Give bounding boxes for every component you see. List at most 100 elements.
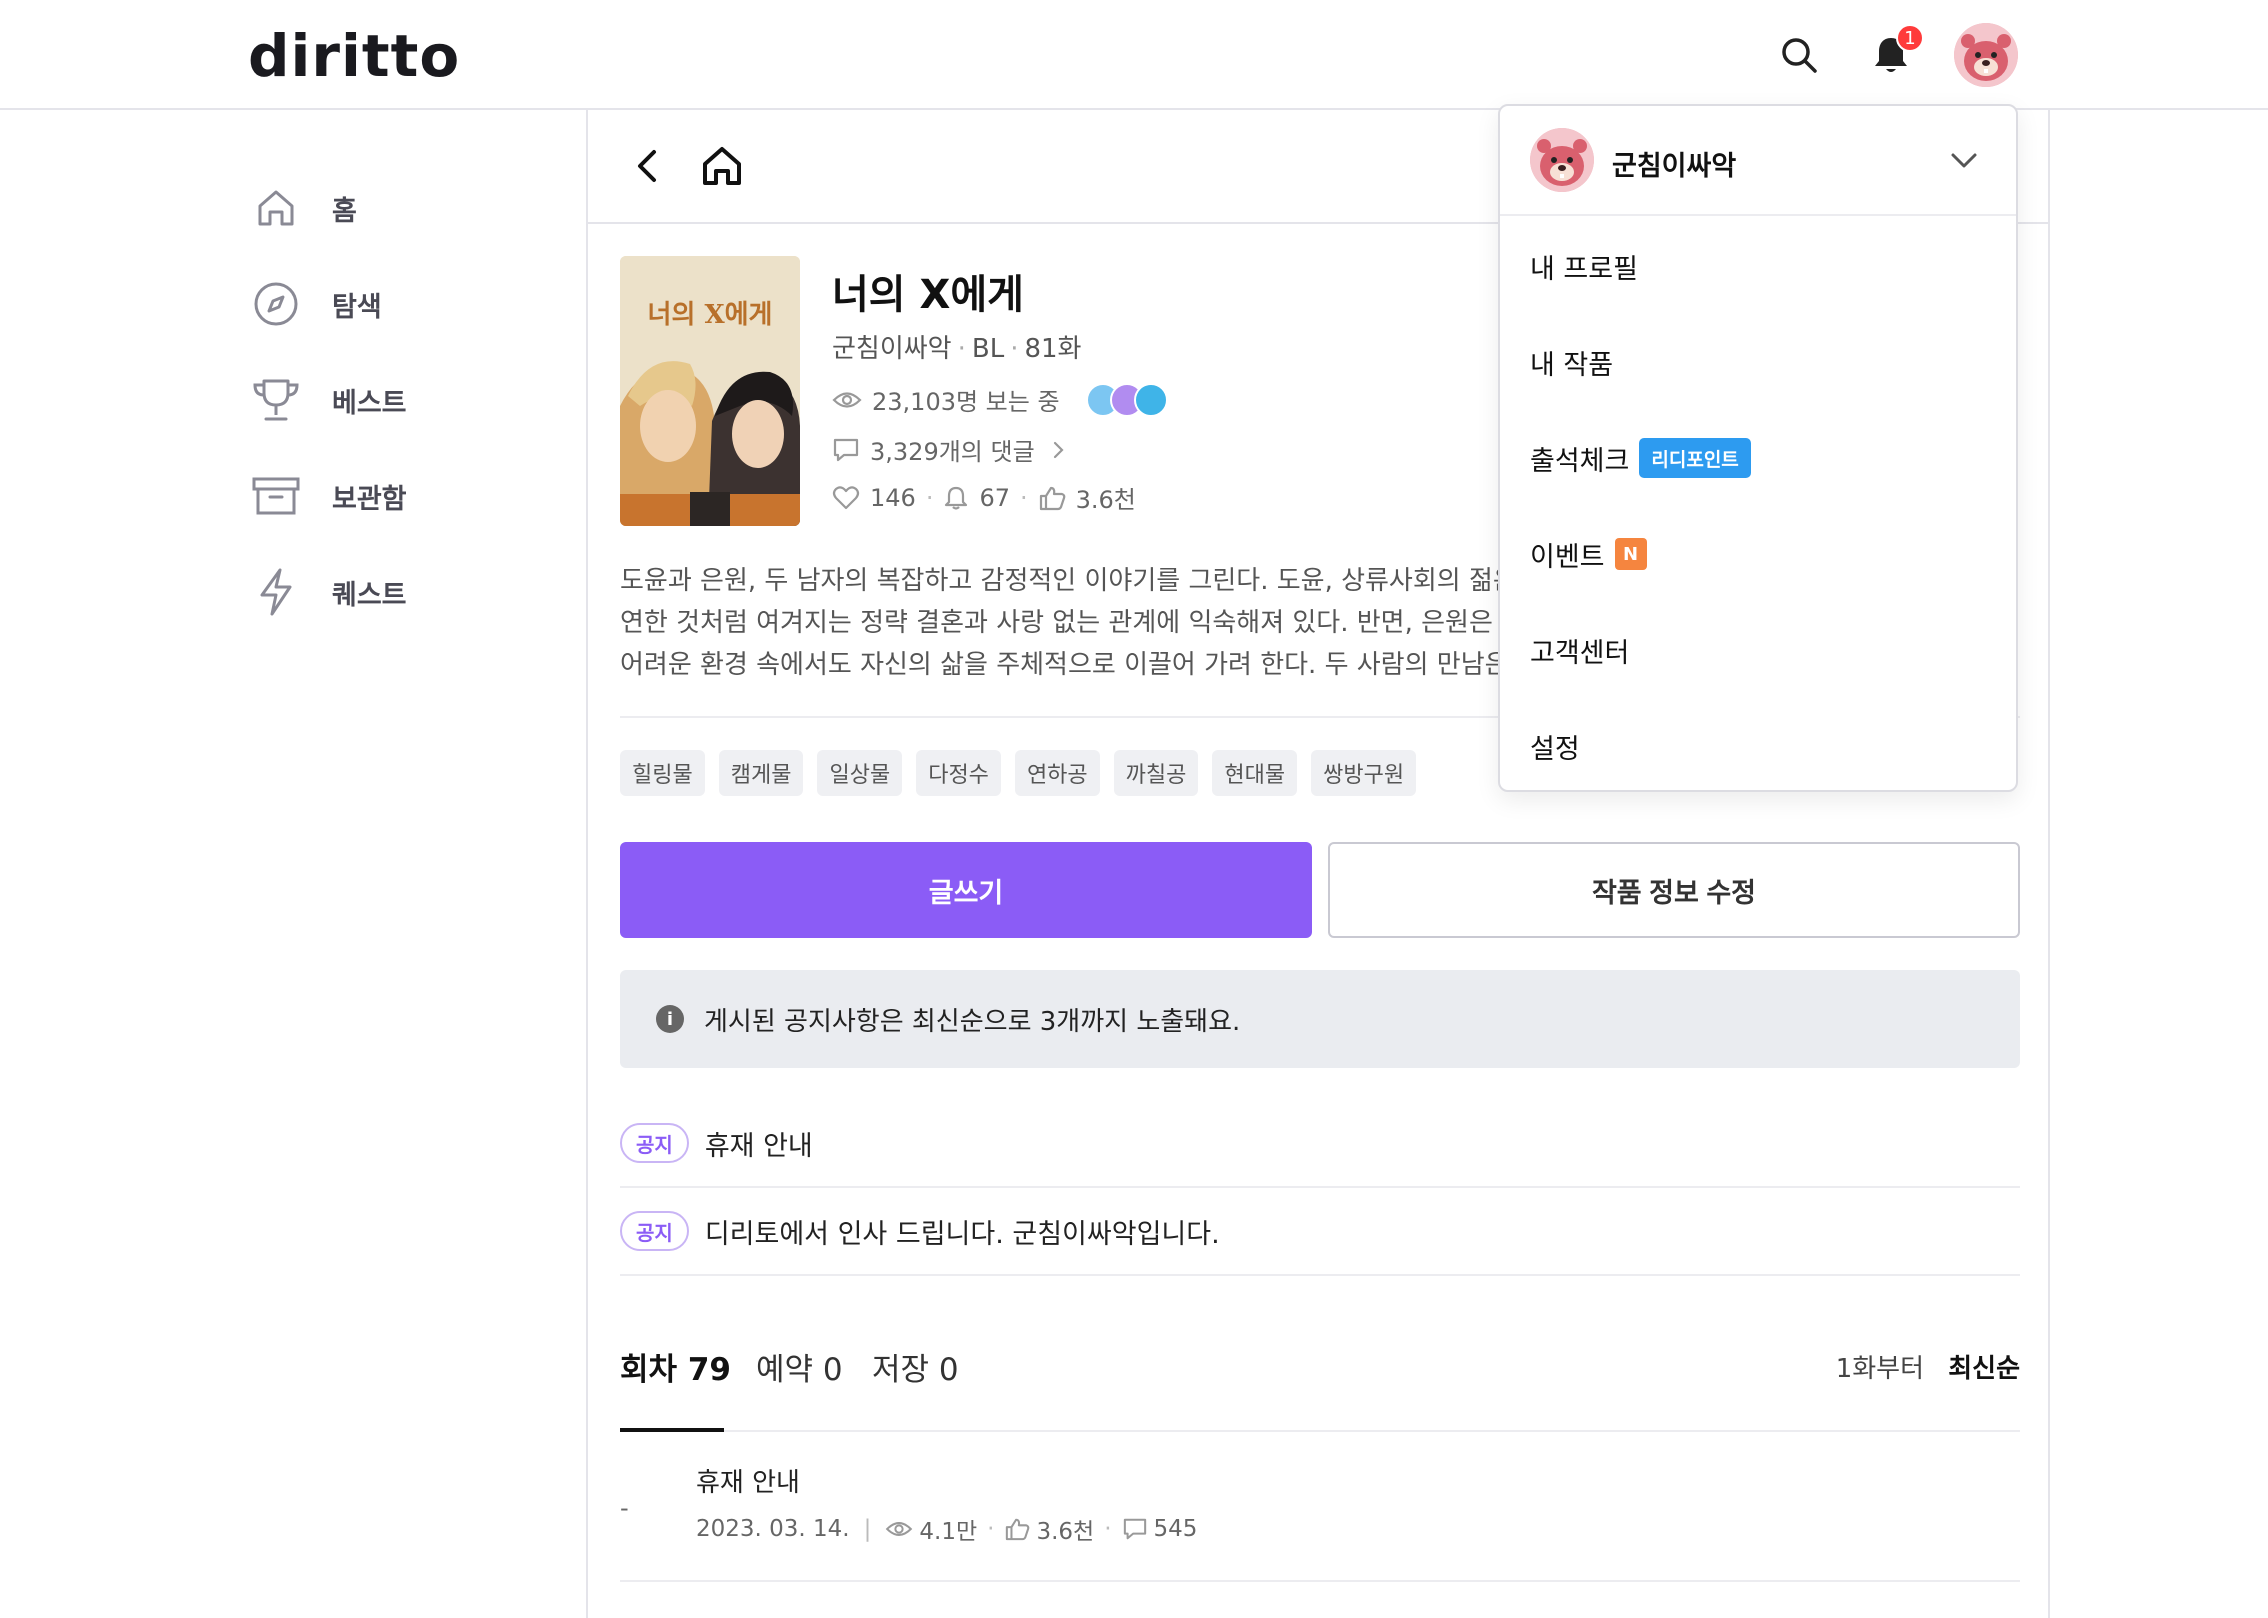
menu-item-label: 이벤트 — [1530, 541, 1605, 573]
sort-first-button[interactable]: 1화부터 — [1836, 1348, 1924, 1385]
notice-item[interactable]: 공지 디리토에서 인사 드립니다. 군침이싸악입니다. — [620, 1188, 2020, 1276]
comment-icon — [833, 438, 859, 461]
sidebar-item-label: 퀘스트 — [332, 579, 407, 611]
readers-count: 23,103명 보는 중 — [872, 388, 1060, 416]
episode-likes: 3.6천 — [1036, 1519, 1095, 1545]
sidebar-item-label: 탐색 — [332, 291, 382, 323]
work-author[interactable]: 군침이싸악 — [832, 334, 952, 364]
thumbs-up-icon — [1039, 486, 1065, 510]
readers-row: 23,103명 보는 중 — [832, 382, 1168, 417]
thumbs-count: 3.6천 — [1075, 486, 1136, 514]
tab-episodes[interactable]: 회차 79 — [620, 1344, 731, 1389]
dropdown-header[interactable]: 군침이싸악 — [1500, 106, 2016, 216]
sidebar-item-best[interactable]: 베스트 — [248, 352, 548, 448]
tag-chip[interactable]: 현대물 — [1212, 750, 1298, 796]
write-button[interactable]: 글쓰기 — [620, 842, 1312, 938]
archive-icon — [252, 477, 300, 515]
reader-avatars — [1085, 382, 1168, 417]
episode-row[interactable]: - 휴재 안내 2023. 03. 14. | 4.1만 · 3.6천 · 54… — [620, 1462, 2020, 1582]
menu-item-settings[interactable]: 설정 — [1530, 716, 1580, 776]
menu-item-attendance[interactable]: 출석체크 리디포인트 — [1530, 428, 1751, 488]
bell-outline-icon — [945, 486, 968, 510]
home-icon — [258, 190, 294, 226]
quokka-avatar-icon — [1530, 128, 1594, 192]
notice-badge: 공지 — [620, 1211, 689, 1251]
user-avatar-button[interactable] — [1954, 23, 2018, 87]
work-meta: 군침이싸악 · BL · 81화 — [832, 334, 1082, 364]
tag-chip[interactable]: 힐링물 — [620, 750, 705, 796]
sidebar-item-quest[interactable]: 퀘스트 — [248, 544, 548, 640]
sidebar: 홈 탐색 베스트 보관함 퀘스트 — [248, 160, 548, 640]
tag-chip[interactable]: 쌍방구원 — [1311, 750, 1417, 796]
active-tab-indicator — [620, 1428, 724, 1432]
menu-item-events[interactable]: 이벤트 N — [1530, 524, 1647, 584]
notice-info-banner: i 게시된 공지사항은 최신순으로 3개까지 노출돼요. — [620, 970, 2020, 1068]
info-icon: i — [656, 1005, 684, 1033]
episode-number: - — [620, 1494, 629, 1522]
menu-item-label: 내 작품 — [1530, 349, 1614, 381]
notice-badge: 공지 — [620, 1123, 689, 1163]
chevron-left-icon — [638, 150, 656, 182]
reader-avatar — [1133, 382, 1168, 417]
sort-latest-button[interactable]: 최신순 — [1948, 1348, 2020, 1385]
tag-chip[interactable]: 일상물 — [817, 750, 903, 796]
episode-views: 4.1만 — [919, 1519, 978, 1545]
eye-icon — [832, 391, 862, 408]
tag-list: 힐링물 캠게물 일상물 다정수 연하공 까칠공 현대물 쌍방구원 — [620, 750, 1430, 796]
dropdown-avatar — [1530, 128, 1594, 192]
sidebar-item-home[interactable]: 홈 — [248, 160, 548, 256]
menu-item-label: 내 프로필 — [1530, 253, 1638, 285]
eye-icon — [886, 1522, 913, 1536]
heart-icon — [832, 485, 860, 509]
menu-item-label: 고객센터 — [1530, 637, 1630, 669]
home-icon — [703, 147, 741, 185]
notice-title: 디리토에서 인사 드립니다. 군침이싸악입니다. — [704, 1218, 1220, 1250]
episode-date: 2023. 03. 14. — [696, 1516, 850, 1542]
info-text: 게시된 공지사항은 최신순으로 3개까지 노출돼요. — [704, 1006, 1241, 1037]
menu-item-label: 설정 — [1530, 733, 1580, 765]
home-button[interactable] — [700, 144, 744, 192]
edit-work-info-button[interactable]: 작품 정보 수정 — [1328, 842, 2020, 938]
tag-chip[interactable]: 캠게물 — [718, 750, 804, 796]
quokka-avatar-icon — [1954, 23, 2018, 87]
tag-chip[interactable]: 연하공 — [1014, 750, 1100, 796]
work-episode-count: 81화 — [1024, 334, 1082, 364]
comments-count: 3,329개의 댓글 — [870, 438, 1035, 466]
search-icon — [1782, 38, 1817, 73]
episode-meta: 2023. 03. 14. | 4.1만 · 3.6천 · 545 — [696, 1512, 1197, 1546]
tab-reserved[interactable]: 예약 0 — [756, 1344, 843, 1389]
menu-item-my-profile[interactable]: 내 프로필 — [1530, 236, 1638, 296]
comment-icon — [1123, 1518, 1146, 1540]
tag-chip[interactable]: 까칠공 — [1113, 750, 1199, 796]
work-title: 너의 X에게 — [832, 272, 1024, 318]
sidebar-item-library[interactable]: 보관함 — [248, 448, 548, 544]
thumbs-up-icon — [1006, 1518, 1030, 1541]
comments-link[interactable]: 3,329개의 댓글 — [832, 432, 1079, 467]
notification-count-badge: 1 — [1896, 24, 1924, 52]
sidebar-item-label: 보관함 — [332, 483, 407, 515]
menu-item-my-works[interactable]: 내 작품 — [1530, 332, 1613, 392]
menu-item-customer-center[interactable]: 고객센터 — [1530, 620, 1629, 680]
likes-count: 146 — [870, 483, 916, 512]
chevron-right-icon — [1053, 441, 1064, 458]
diritto-logo[interactable]: diritto — [248, 22, 460, 90]
engagement-row: 146 · 67 · 3.6천 — [832, 480, 1136, 515]
lightning-icon — [260, 568, 292, 616]
notice-item[interactable]: 공지 휴재 안내 — [620, 1100, 2020, 1188]
chevron-down-icon[interactable] — [1948, 144, 1980, 176]
notice-title: 휴재 안내 — [704, 1130, 813, 1162]
ridi-point-badge: 리디포인트 — [1639, 438, 1751, 478]
profile-dropdown-menu: 군침이싸악 내 프로필 내 작품 출석체크 리디포인트 이벤트 N 고객센터 설… — [1498, 104, 2018, 792]
sidebar-item-explore[interactable]: 탐색 — [248, 256, 548, 352]
sidebar-item-label: 베스트 — [332, 387, 407, 419]
alarm-count: 67 — [979, 483, 1010, 512]
top-header: diritto 1 — [0, 0, 2268, 110]
compass-icon — [254, 282, 298, 326]
menu-item-label: 출석체크 — [1530, 445, 1630, 477]
trophy-icon — [253, 379, 299, 421]
tab-saved[interactable]: 저장 0 — [872, 1344, 959, 1389]
back-button[interactable] — [626, 144, 670, 192]
tag-chip[interactable]: 다정수 — [916, 750, 1001, 796]
search-button[interactable] — [1774, 30, 1824, 80]
new-badge: N — [1614, 538, 1647, 570]
